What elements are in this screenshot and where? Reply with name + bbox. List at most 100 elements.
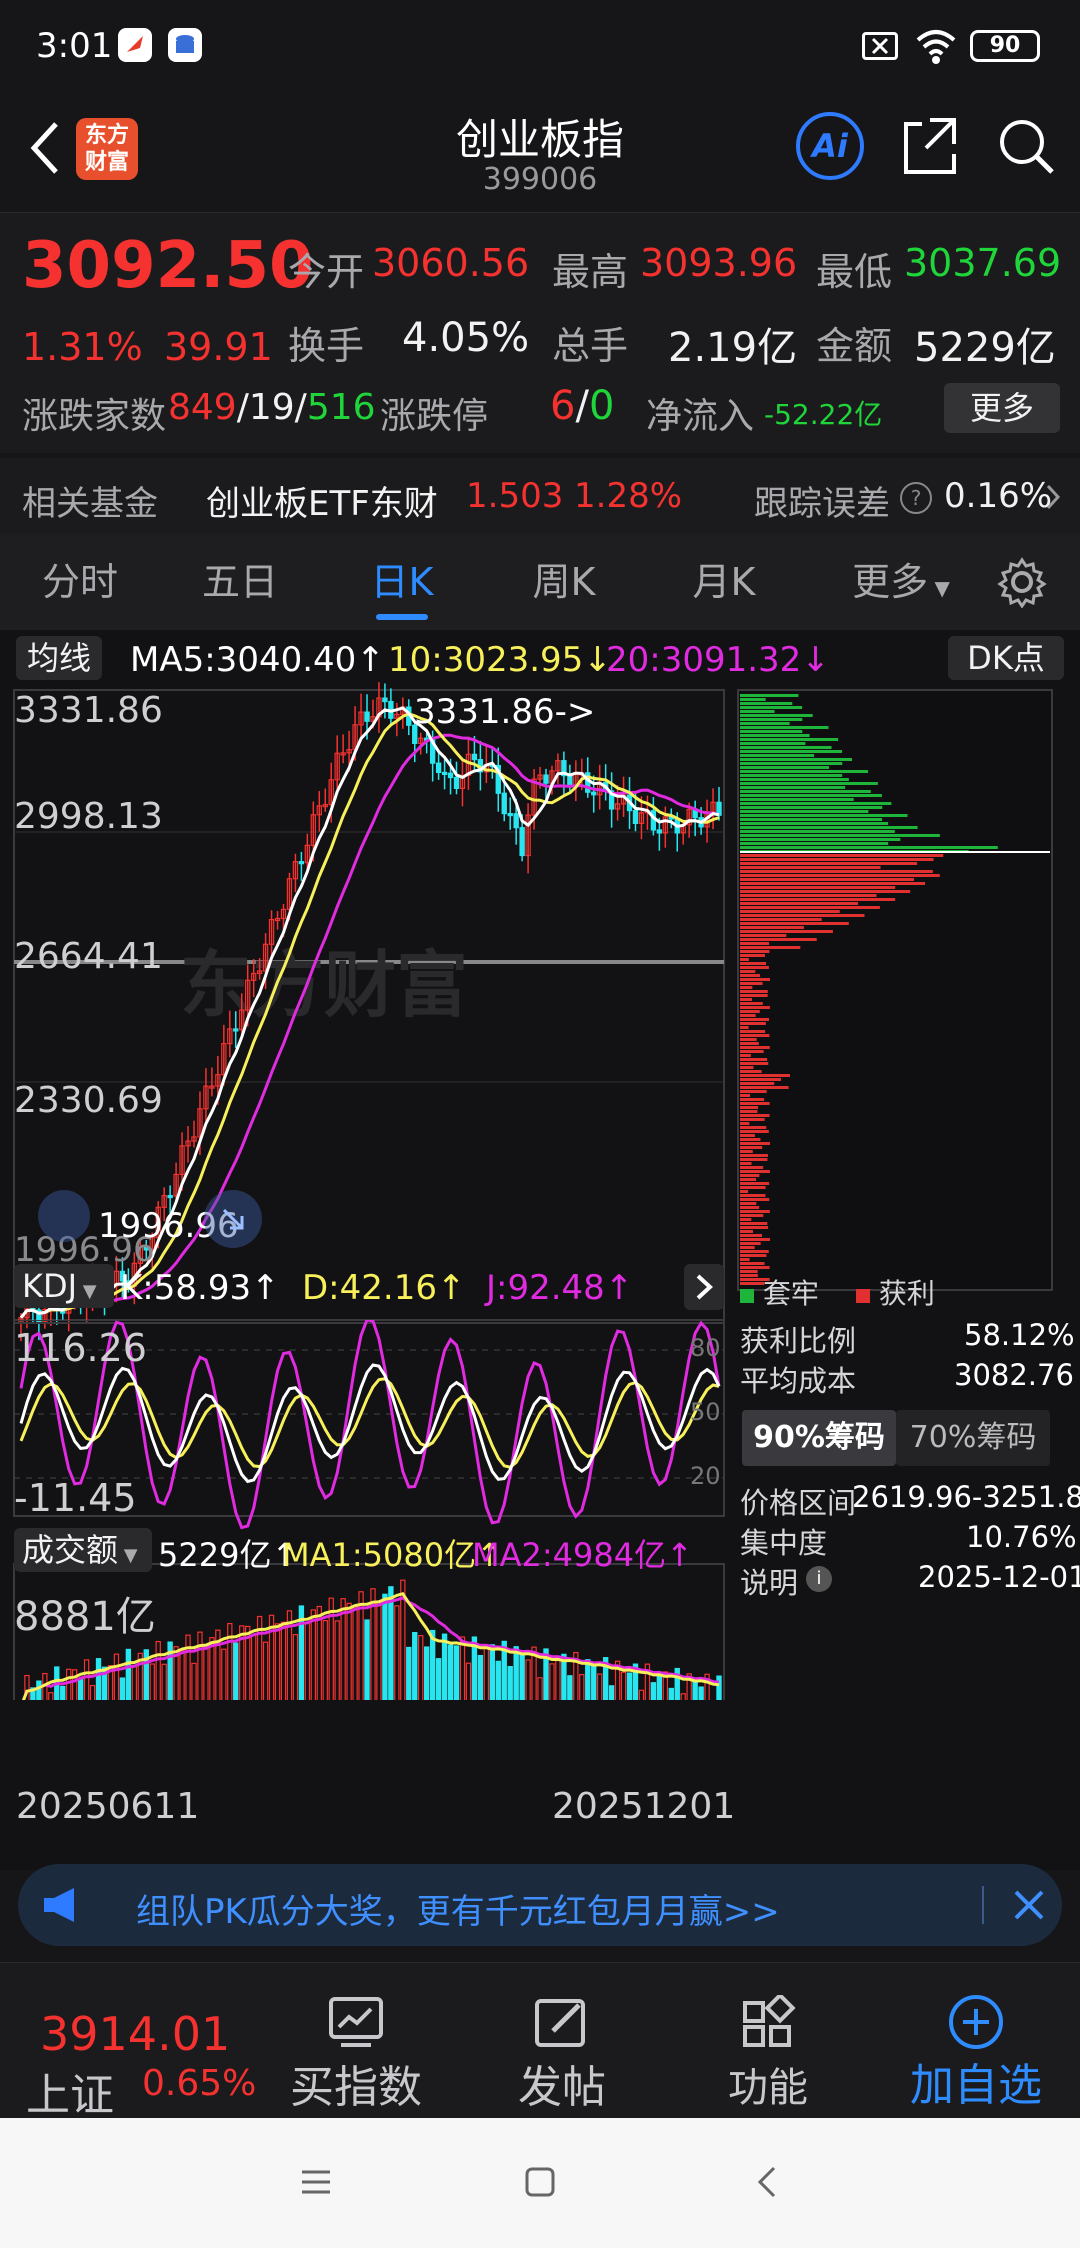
chip-bar <box>740 1222 768 1225</box>
watermark: 东方财富 <box>180 943 468 1027</box>
info-icon[interactable]: i <box>806 1566 832 1592</box>
kline-chart-area[interactable]: 均线 MA5:3040.40↑ 10:3023.95↓ 20:3091.32↓ … <box>0 630 1080 1870</box>
chip-bar <box>740 718 803 721</box>
chip-90-tab[interactable]: 90%筹码 <box>742 1410 896 1466</box>
buy-index-button[interactable]: 买指数 <box>266 1963 446 2115</box>
ai-label: Ai <box>812 127 848 165</box>
candle-body <box>519 827 525 857</box>
tab-weekly-k[interactable]: 周K <box>504 534 624 630</box>
ai-button[interactable]: Ai <box>796 112 864 180</box>
chip-bar <box>740 710 775 713</box>
chip-bar <box>740 758 853 761</box>
collapse-left-icon[interactable] <box>38 1190 90 1242</box>
chip-bar <box>740 806 883 809</box>
help-icon[interactable]: ? <box>900 482 932 514</box>
kdj-d-arrow: ↑ <box>436 1268 466 1308</box>
chip-bar <box>740 694 799 697</box>
chip-bar <box>740 1054 751 1057</box>
settings-gear-icon[interactable] <box>996 556 1048 612</box>
tab-daily-k[interactable]: 日K <box>342 534 462 630</box>
chip-bar <box>740 1258 750 1261</box>
candle-body <box>233 1028 239 1032</box>
promo-banner[interactable]: 组队PK瓜分大奖，更有千元红包月月赢>> <box>18 1864 1062 1946</box>
volume-bar <box>513 1646 519 1700</box>
tab-monthly-k-label: 月K <box>692 560 756 604</box>
chip-bar <box>740 1190 749 1193</box>
share-icon[interactable] <box>900 114 960 182</box>
volume-bar <box>597 1673 603 1700</box>
volume-bar <box>692 1680 698 1700</box>
volume-bar <box>477 1654 484 1700</box>
promo-text: 组队PK瓜分大奖，更有千元红包月月赢>> <box>136 1892 780 1932</box>
sh-index-widget[interactable]: 3914.01 上证 0.65% <box>0 1963 270 2121</box>
candle-body <box>543 774 549 784</box>
volume-selector[interactable]: 成交额 ▼ <box>14 1528 152 1572</box>
candle-body <box>364 711 370 722</box>
volume-bar <box>113 1653 120 1700</box>
tab-more[interactable]: 更多 ▼ <box>836 534 966 630</box>
menu-icon[interactable] <box>298 2164 334 2204</box>
chip-bar <box>740 890 911 893</box>
fund-pct: 1.28% <box>574 476 683 516</box>
volume-bar <box>519 1653 525 1700</box>
candle-body <box>382 697 388 703</box>
volume-bar <box>650 1682 657 1700</box>
functions-button[interactable]: 功能 <box>678 1963 858 2113</box>
last-price: 3092.50 <box>22 229 314 303</box>
kdj-selector-label: KDJ <box>22 1267 78 1305</box>
volume-bar <box>376 1600 382 1700</box>
top-nav: 东方 财富 创业板指 399006 Ai <box>0 92 1080 212</box>
candle-body <box>298 861 305 865</box>
chip-bar <box>740 1006 770 1009</box>
tab-intraday[interactable]: 分时 <box>20 534 140 630</box>
price-axis-label: 2664.41 <box>14 936 163 977</box>
indicator-next-button[interactable] <box>684 1264 724 1310</box>
chip-bar <box>740 1182 770 1185</box>
volume-bar <box>221 1648 227 1700</box>
buy-index-label: 买指数 <box>290 2062 422 2113</box>
chip-bar <box>740 742 806 745</box>
chip-bar <box>740 942 770 945</box>
post-button[interactable]: 发帖 <box>472 1963 652 2115</box>
volume-bar <box>66 1668 72 1700</box>
tab-five-day[interactable]: 五日 <box>180 534 300 630</box>
search-icon[interactable] <box>996 114 1056 182</box>
chip-bar <box>740 1262 765 1265</box>
add-watchlist-label: 加自选 <box>910 2060 1042 2111</box>
related-fund-row[interactable]: 相关基金 创业板ETF东财 1.503 1.28% 跟踪误差 ? 0.16% <box>0 458 1080 534</box>
low-value: 3037.69 <box>904 241 1062 285</box>
chip-bar <box>740 874 940 877</box>
limit-sep: / <box>575 383 589 429</box>
close-icon[interactable] <box>1010 1886 1048 1928</box>
home-icon[interactable] <box>522 2164 558 2204</box>
more-button[interactable]: 更多 <box>944 383 1060 433</box>
tab-monthly-k[interactable]: 月K <box>664 534 784 630</box>
chip-bar <box>740 1038 757 1041</box>
chip-bar <box>740 810 869 813</box>
volume-bar <box>716 1675 722 1700</box>
limit-up: 6 <box>550 383 576 429</box>
volume-ma1-text: MA1:5080亿 <box>282 1536 477 1574</box>
chip-bar <box>740 1114 770 1117</box>
volume-bar <box>585 1659 591 1700</box>
chip-bar <box>740 1246 755 1249</box>
chip-70-tab[interactable]: 70%筹码 <box>896 1410 1050 1466</box>
volume-bar <box>579 1674 585 1700</box>
volume-bar <box>626 1672 633 1700</box>
expand-icon[interactable] <box>204 1190 262 1248</box>
chip-bar <box>740 1202 757 1205</box>
kdj-selector[interactable]: KDJ ▼ <box>14 1264 114 1308</box>
tab-more-label: 更多 <box>852 560 929 604</box>
chip-bar <box>740 1106 759 1109</box>
chip-bar <box>740 1154 768 1157</box>
chip-bar <box>740 1046 770 1049</box>
kdj-j-value: J:92.48 <box>486 1268 605 1308</box>
system-back-icon[interactable] <box>750 2164 786 2204</box>
related-fund-label: 相关基金 <box>22 484 158 524</box>
trapped-label: 套牢 <box>762 1277 819 1310</box>
kdj-d-value: D:42.16 <box>302 1268 437 1308</box>
add-watchlist-button[interactable]: 加自选 <box>886 1963 1066 2113</box>
chip-bar <box>740 1198 770 1201</box>
advance-decline-label: 涨跌家数 <box>22 396 167 437</box>
status-time: 3:01 <box>36 26 113 66</box>
